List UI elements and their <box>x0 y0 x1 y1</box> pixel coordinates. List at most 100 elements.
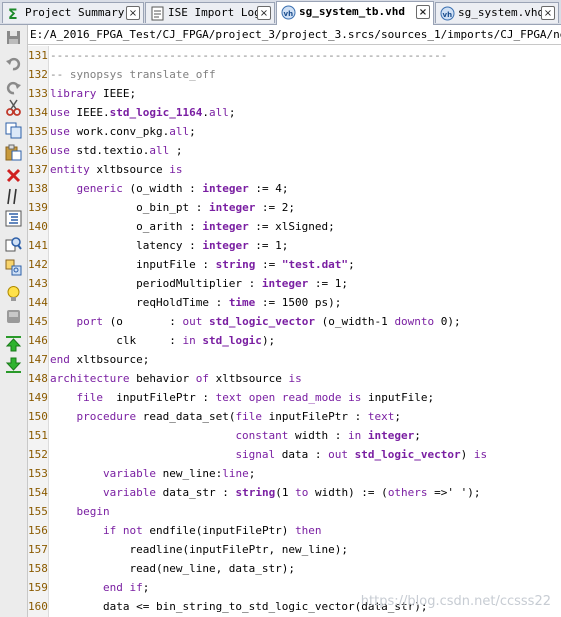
line-number: 158 <box>28 562 48 575</box>
code-text: use work.conv_pkg.all; <box>50 125 196 138</box>
code-line[interactable]: 142 inputFile : string := "test.dat"; <box>28 255 561 274</box>
close-icon[interactable]: × <box>126 6 140 20</box>
tab-label: sg_system.vhd <box>458 6 545 19</box>
code-line[interactable]: 145 port (o : out std_logic_vector (o_wi… <box>28 312 561 331</box>
code-line[interactable]: 156 if not endfile(inputFilePtr) then <box>28 521 561 540</box>
code-line[interactable]: 139 o_bin_pt : integer := 2; <box>28 198 561 217</box>
line-number: 135 <box>28 125 48 138</box>
code-line[interactable]: 141 latency : integer := 1; <box>28 236 561 255</box>
code-line[interactable]: 153 variable new_line:line; <box>28 464 561 483</box>
code-line[interactable]: 152 signal data : out std_logic_vector) … <box>28 445 561 464</box>
line-number: 141 <box>28 239 48 252</box>
code-line[interactable]: 151 constant width : in integer; <box>28 426 561 445</box>
vhdl-file-icon: vh <box>281 5 296 20</box>
find-icon[interactable] <box>5 236 22 253</box>
code-line[interactable]: 148 architecture behavior of xltbsource i… <box>28 369 561 388</box>
code-line[interactable]: 150 procedure read_data_set(file inputFi… <box>28 407 561 426</box>
code-text: latency : integer := 1; <box>50 239 289 252</box>
file-path: E:/A_2016_FPGA_Test/CJ_FPGA/project_3/pr… <box>28 25 561 45</box>
close-icon[interactable]: × <box>257 6 271 20</box>
code-line[interactable]: 134 use IEEE.std_logic_1164.all; <box>28 103 561 122</box>
code-line[interactable]: 138 generic (o_width : integer := 4; <box>28 179 561 198</box>
code-line[interactable]: 146 clk : in std_logic); <box>28 331 561 350</box>
watermark: https://blog.csdn.net/ccsss22 <box>360 594 551 609</box>
tab-project-summary[interactable]: Σ Project Summary × <box>2 2 144 23</box>
editor-toolbar <box>0 25 28 617</box>
code-text: procedure read_data_set(file inputFilePt… <box>76 410 402 423</box>
code-text: use std.textio.all ; <box>50 144 183 157</box>
line-number: 154 <box>28 486 48 499</box>
code-text: clk : in std_logic); <box>50 334 276 347</box>
line-number: 131 <box>28 49 48 62</box>
delete-icon[interactable] <box>5 167 22 184</box>
bulb-icon[interactable] <box>5 285 22 302</box>
code-line[interactable]: 136 use std.textio.all ; <box>28 141 561 160</box>
move-down-icon[interactable] <box>5 357 22 374</box>
code-text: generic (o_width : integer := 4; <box>76 182 289 195</box>
comment-toggle-icon[interactable] <box>5 188 22 205</box>
code-text: signal data : out std_logic_vector) is <box>235 448 488 461</box>
code-line[interactable]: 147 end xltbsource; <box>28 350 561 369</box>
redo-icon[interactable] <box>5 79 22 96</box>
line-number: 134 <box>28 106 48 119</box>
code-text: end xltbsource; <box>50 353 150 366</box>
code-line[interactable]: 149 file inputFilePtr : text open read_m… <box>28 388 561 407</box>
line-number: 156 <box>28 524 48 537</box>
tab-label: Project Summary <box>25 6 125 19</box>
undo-icon[interactable] <box>5 55 22 72</box>
paste-icon[interactable] <box>5 144 22 161</box>
move-up-icon[interactable] <box>5 335 22 352</box>
block-icon[interactable] <box>5 308 22 325</box>
code-line[interactable]: 131 -------------------------------------… <box>28 46 561 65</box>
indent-icon[interactable] <box>5 210 22 227</box>
tab-label: ISE Import Log <box>168 6 261 19</box>
code-text: begin <box>76 505 110 518</box>
code-text: file inputFilePtr : text open read_mode … <box>76 391 435 404</box>
find-replace-icon[interactable] <box>5 259 22 276</box>
line-number: 142 <box>28 258 48 271</box>
vhdl-file-icon: vh <box>440 6 455 21</box>
line-number: 155 <box>28 505 48 518</box>
code-line[interactable]: 133 library IEEE; <box>28 84 561 103</box>
copy-icon[interactable] <box>5 122 22 139</box>
code-text: ----------------------------------------… <box>50 49 448 62</box>
code-text: library IEEE; <box>50 87 137 100</box>
code-text: readline(inputFilePtr, new_line); <box>50 543 349 556</box>
code-line[interactable]: 140 o_arith : integer := xlSigned; <box>28 217 561 236</box>
line-number: 151 <box>28 429 48 442</box>
code-line[interactable]: 143 periodMultiplier : integer := 1; <box>28 274 561 293</box>
code-line[interactable]: 155 begin <box>28 502 561 521</box>
line-number: 137 <box>28 163 48 176</box>
line-number: 133 <box>28 87 48 100</box>
svg-text:vh: vh <box>443 11 453 19</box>
line-number: 157 <box>28 543 48 556</box>
sigma-icon: Σ <box>7 6 22 23</box>
save-icon[interactable] <box>5 29 22 46</box>
code-line[interactable]: 158 read(new_line, data_str); <box>28 559 561 578</box>
tab-label: sg_system_tb.vhd <box>299 5 405 18</box>
cut-icon[interactable] <box>5 99 22 116</box>
close-icon[interactable]: × <box>416 5 430 19</box>
tab-sg-system-tb[interactable]: vh sg_system_tb.vhd × <box>276 1 434 25</box>
line-number: 147 <box>28 353 48 366</box>
code-line[interactable]: 157 readline(inputFilePtr, new_line); <box>28 540 561 559</box>
line-number: 136 <box>28 144 48 157</box>
svg-text:vh: vh <box>284 10 294 18</box>
code-text: entity xltbsource is <box>50 163 183 176</box>
code-line[interactable]: 137 entity xltbsource is <box>28 160 561 179</box>
code-line[interactable]: 132 -- synopsys translate_off <box>28 65 561 84</box>
code-line[interactable]: 154 variable data_str : string(1 to widt… <box>28 483 561 502</box>
code-text: reqHoldTime : time := 1500 ps); <box>50 296 342 309</box>
close-icon[interactable]: × <box>541 6 555 20</box>
svg-text:Σ: Σ <box>8 7 18 21</box>
tab-sg-system[interactable]: vh sg_system.vhd × <box>435 2 559 23</box>
code-text: variable new_line:line; <box>102 467 256 480</box>
line-number: 132 <box>28 68 48 81</box>
code-text: -- synopsys translate_off <box>50 68 216 81</box>
code-text: constant width : in integer; <box>235 429 421 442</box>
line-number: 150 <box>28 410 48 423</box>
tab-ise-import-log[interactable]: ISE Import Log × <box>145 2 275 23</box>
code-line[interactable]: 144 reqHoldTime : time := 1500 ps); <box>28 293 561 312</box>
code-line[interactable]: 135 use work.conv_pkg.all; <box>28 122 561 141</box>
code-text: end if; <box>102 581 150 594</box>
